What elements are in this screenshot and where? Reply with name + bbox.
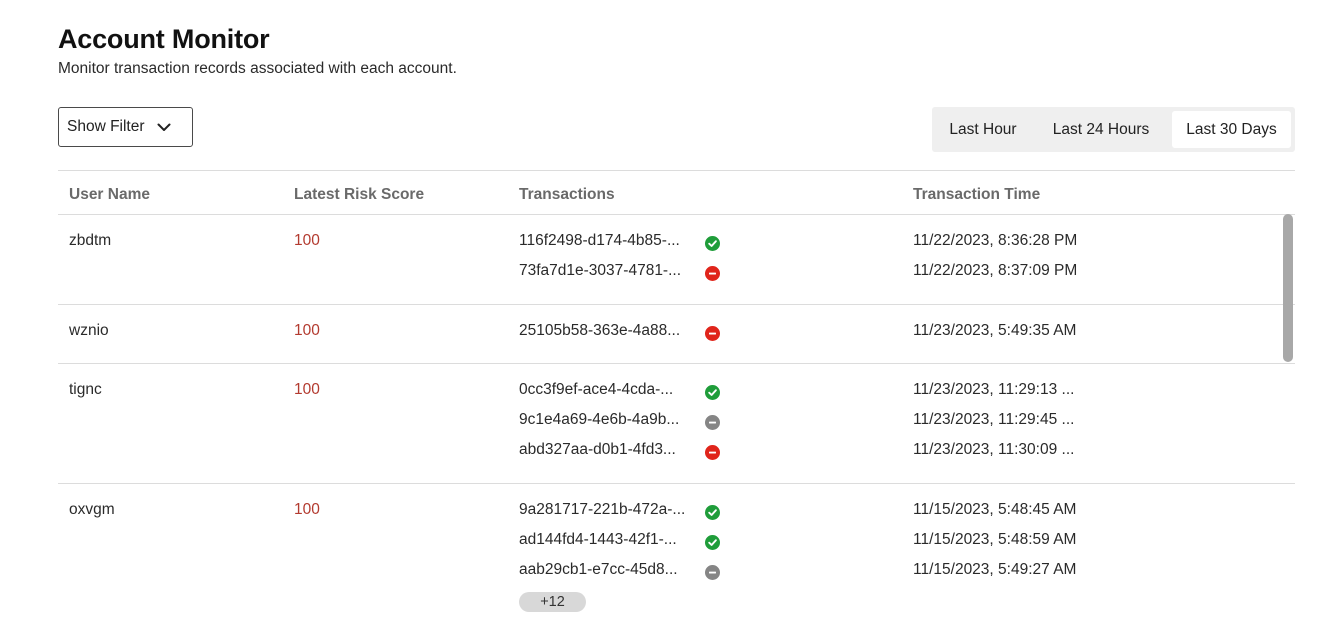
minus-circle-icon	[705, 415, 720, 430]
user-name-cell: oxvgm	[69, 501, 115, 518]
transaction-time: 11/23/2023, 11:29:13 ...	[913, 381, 1075, 398]
show-filter-label: Show Filter	[67, 118, 145, 135]
table-scrollbar[interactable]	[1283, 214, 1293, 362]
page-subtitle: Monitor transaction records associated w…	[58, 60, 457, 77]
minus-circle-icon	[705, 565, 720, 580]
table-row[interactable]: wznio 100 25105b58-363e-4a88... 11/23/2023,…	[58, 305, 1295, 364]
table-row[interactable]: oxvgm 100 9a281717-221b-472a-... ad144fd4-1…	[58, 484, 1295, 621]
show-filter-button[interactable]: Show Filter	[58, 107, 193, 147]
blocked-circle-icon	[705, 266, 720, 281]
account-table: User Name Latest Risk Score Transactions…	[58, 170, 1295, 621]
transaction-id[interactable]: abd327aa-d0b1-4fd3...	[519, 441, 699, 459]
header-transactions[interactable]: Transactions	[519, 186, 615, 204]
transaction-id[interactable]: 0cc3f9ef-ace4-4cda-...	[519, 381, 699, 399]
more-transactions-badge[interactable]: +12	[519, 592, 586, 612]
transaction-id[interactable]: 25105b58-363e-4a88...	[519, 322, 699, 340]
transaction-time: 11/22/2023, 8:37:09 PM	[913, 262, 1078, 279]
transaction-item[interactable]: 9c1e4a69-4e6b-4a9b...	[519, 411, 720, 441]
transaction-time: 11/15/2023, 5:48:45 AM	[913, 501, 1077, 518]
transactions-cell: 9a281717-221b-472a-... ad144fd4-1443-42f1…	[519, 501, 720, 612]
range-last-hour-button[interactable]: Last Hour	[936, 111, 1030, 148]
page-title: Account Monitor	[58, 24, 270, 54]
user-name-cell: wznio	[69, 322, 109, 339]
header-transaction-time[interactable]: Transaction Time	[913, 186, 1040, 204]
transaction-id[interactable]: 116f2498-d174-4b85-...	[519, 232, 699, 250]
chevron-down-icon	[157, 123, 171, 132]
risk-score-cell: 100	[294, 322, 320, 339]
range-last-24-hours-button[interactable]: Last 24 Hours	[1030, 111, 1172, 148]
transaction-item[interactable]: 25105b58-363e-4a88...	[519, 322, 720, 352]
transactions-cell: 25105b58-363e-4a88...	[519, 322, 720, 352]
transaction-time: 11/15/2023, 5:49:27 AM	[913, 561, 1077, 578]
risk-score-cell: 100	[294, 501, 320, 518]
transaction-item[interactable]: 0cc3f9ef-ace4-4cda-...	[519, 381, 720, 411]
transaction-time: 11/15/2023, 5:48:59 AM	[913, 531, 1077, 548]
transaction-time-cell: 11/22/2023, 8:36:28 PM 11/22/2023, 8:37:0…	[913, 232, 1077, 292]
transaction-time-cell: 11/23/2023, 11:29:13 ... 11/23/2023, 11:2…	[913, 381, 1074, 471]
time-range-selector: Last Hour Last 24 Hours Last 30 Days	[932, 107, 1295, 152]
transaction-time-cell: 11/15/2023, 5:48:45 AM 11/15/2023, 5:48:5…	[913, 501, 1076, 591]
risk-score-cell: 100	[294, 381, 320, 398]
risk-score-cell: 100	[294, 232, 320, 249]
transaction-item[interactable]: 9a281717-221b-472a-...	[519, 501, 720, 531]
transactions-cell: 116f2498-d174-4b85-... 73fa7d1e-3037-4781…	[519, 232, 720, 292]
transaction-time: 11/23/2023, 11:30:09 ...	[913, 441, 1075, 458]
header-latest-risk-score[interactable]: Latest Risk Score	[294, 186, 424, 204]
transaction-id[interactable]: ad144fd4-1443-42f1-...	[519, 531, 699, 549]
transaction-id[interactable]: 9c1e4a69-4e6b-4a9b...	[519, 411, 699, 429]
transactions-cell: 0cc3f9ef-ace4-4cda-... 9c1e4a69-4e6b-4a9b…	[519, 381, 720, 471]
transaction-item[interactable]: 116f2498-d174-4b85-...	[519, 232, 720, 262]
transaction-id[interactable]: aab29cb1-e7cc-45d8...	[519, 561, 699, 579]
user-name-cell: zbdtm	[69, 232, 112, 249]
table-body: zbdtm 100 116f2498-d174-4b85-... 73fa7d1e-3…	[58, 215, 1295, 621]
range-last-30-days-button[interactable]: Last 30 Days	[1172, 111, 1291, 148]
user-name-cell: tignc	[69, 381, 102, 398]
table-row[interactable]: tignc 100 0cc3f9ef-ace4-4cda-... 9c1e4a69-4…	[58, 364, 1295, 484]
transaction-id[interactable]: 9a281717-221b-472a-...	[519, 501, 699, 519]
transaction-item[interactable]: aab29cb1-e7cc-45d8...	[519, 561, 720, 591]
transaction-item[interactable]: 73fa7d1e-3037-4781-...	[519, 262, 720, 292]
transaction-item[interactable]: abd327aa-d0b1-4fd3...	[519, 441, 720, 471]
check-circle-icon	[705, 535, 720, 550]
blocked-circle-icon	[705, 326, 720, 341]
transaction-time: 11/22/2023, 8:36:28 PM	[913, 232, 1078, 249]
blocked-circle-icon	[705, 445, 720, 460]
transaction-time-cell: 11/23/2023, 5:49:35 AM	[913, 322, 1076, 352]
header-user-name[interactable]: User Name	[69, 186, 150, 204]
transaction-item[interactable]: ad144fd4-1443-42f1-...	[519, 531, 720, 561]
check-circle-icon	[705, 236, 720, 251]
transaction-id[interactable]: 73fa7d1e-3037-4781-...	[519, 262, 699, 280]
transaction-time: 11/23/2023, 11:29:45 ...	[913, 411, 1075, 428]
transaction-time: 11/23/2023, 5:49:35 AM	[913, 322, 1077, 339]
table-row[interactable]: zbdtm 100 116f2498-d174-4b85-... 73fa7d1e-3…	[58, 215, 1295, 305]
table-header: User Name Latest Risk Score Transactions…	[58, 171, 1295, 215]
check-circle-icon	[705, 385, 720, 400]
check-circle-icon	[705, 505, 720, 520]
